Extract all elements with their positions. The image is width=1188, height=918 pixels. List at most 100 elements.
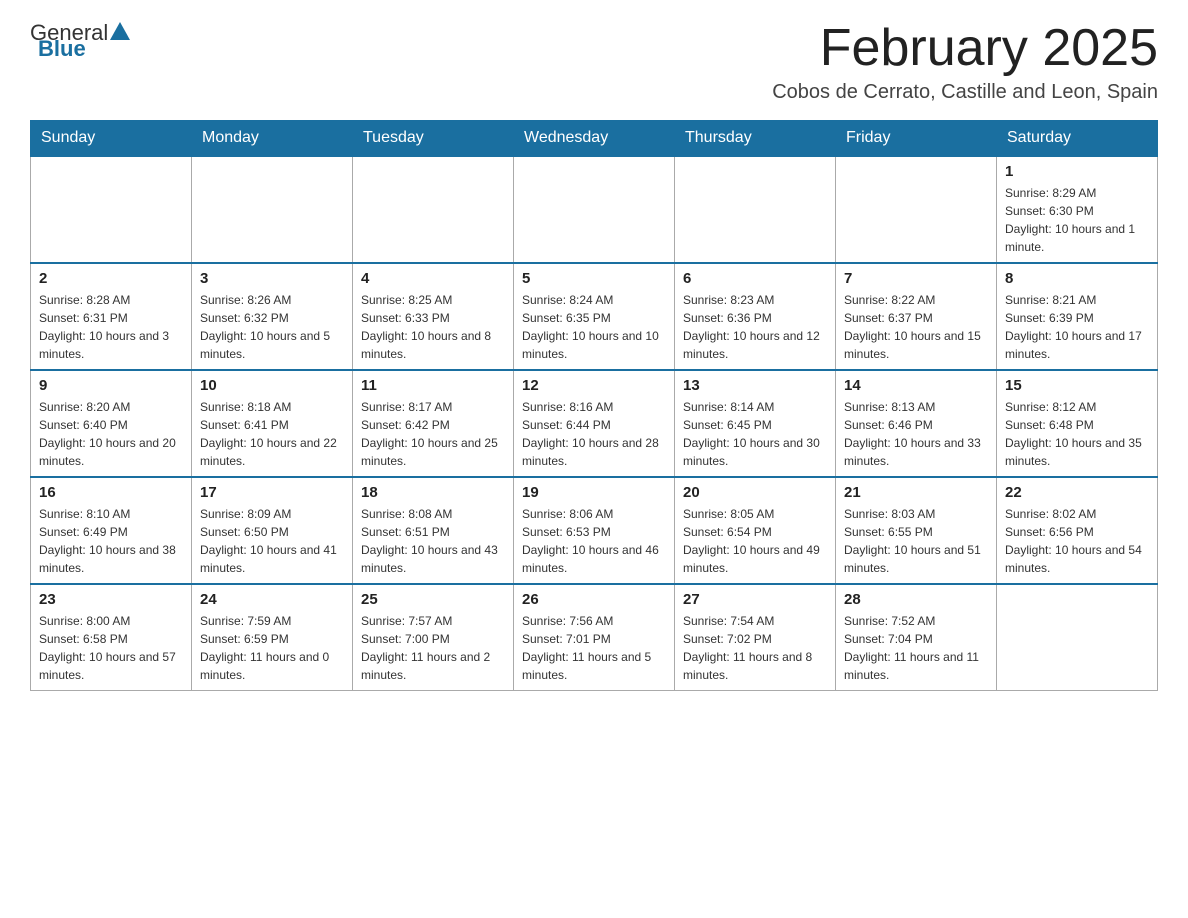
day-number: 14: [844, 377, 988, 394]
calendar-cell: [514, 156, 675, 263]
week-row-2: 2 Sunrise: 8:28 AMSunset: 6:31 PMDaylight…: [31, 263, 1158, 370]
day-info: Sunrise: 8:20 AMSunset: 6:40 PMDaylight:…: [39, 398, 183, 470]
day-info: Sunrise: 8:14 AMSunset: 6:45 PMDaylight:…: [683, 398, 827, 470]
location-text: Cobos de Cerrato, Castille and Leon, Spa…: [772, 81, 1158, 104]
day-info: Sunrise: 8:16 AMSunset: 6:44 PMDaylight:…: [522, 398, 666, 470]
day-info: Sunrise: 8:10 AMSunset: 6:49 PMDaylight:…: [39, 505, 183, 577]
day-header-saturday: Saturday: [997, 121, 1158, 157]
day-info: Sunrise: 8:26 AMSunset: 6:32 PMDaylight:…: [200, 291, 344, 363]
calendar-cell: 8Sunrise: 8:21 AMSunset: 6:39 PMDaylight…: [997, 263, 1158, 370]
day-info: Sunrise: 8:13 AMSunset: 6:46 PMDaylight:…: [844, 398, 988, 470]
calendar-cell: 11 Sunrise: 8:17 AMSunset: 6:42 PMDayligh…: [353, 370, 514, 477]
calendar-table: SundayMondayTuesdayWednesdayThursdayFrid…: [30, 120, 1158, 691]
logo: General Blue: [30, 20, 132, 62]
day-number: 22: [1005, 484, 1149, 501]
calendar-cell: 6 Sunrise: 8:23 AMSunset: 6:36 PMDaylight…: [675, 263, 836, 370]
day-number: 5: [522, 270, 666, 287]
day-info: Sunrise: 8:03 AMSunset: 6:55 PMDaylight:…: [844, 505, 988, 577]
day-info: Sunrise: 7:52 AMSunset: 7:04 PMDaylight:…: [844, 612, 988, 684]
calendar-cell: 2 Sunrise: 8:28 AMSunset: 6:31 PMDaylight…: [31, 263, 192, 370]
week-row-5: 23 Sunrise: 8:00 AMSunset: 6:58 PMDayligh…: [31, 584, 1158, 691]
logo-blue-text: Blue: [38, 36, 86, 62]
day-number: 2: [39, 270, 183, 287]
calendar-cell: 4 Sunrise: 8:25 AMSunset: 6:33 PMDaylight…: [353, 263, 514, 370]
calendar-cell: 9 Sunrise: 8:20 AMSunset: 6:40 PMDaylight…: [31, 370, 192, 477]
day-info: Sunrise: 8:22 AMSunset: 6:37 PMDaylight:…: [844, 291, 988, 363]
calendar-cell: 1 Sunrise: 8:29 AMSunset: 6:30 PMDaylight…: [997, 156, 1158, 263]
day-number: 4: [361, 270, 505, 287]
day-info: Sunrise: 8:02 AMSunset: 6:56 PMDaylight:…: [1005, 505, 1149, 577]
calendar-cell: 23 Sunrise: 8:00 AMSunset: 6:58 PMDayligh…: [31, 584, 192, 691]
day-number: 1: [1005, 163, 1149, 180]
calendar-cell: 18 Sunrise: 8:08 AMSunset: 6:51 PMDayligh…: [353, 477, 514, 584]
day-number: 11: [361, 377, 505, 394]
week-row-3: 9 Sunrise: 8:20 AMSunset: 6:40 PMDaylight…: [31, 370, 1158, 477]
day-number: 17: [200, 484, 344, 501]
day-number: 8: [1005, 270, 1149, 287]
day-number: 28: [844, 591, 988, 608]
day-number: 16: [39, 484, 183, 501]
calendar-cell: 28 Sunrise: 7:52 AMSunset: 7:04 PMDayligh…: [836, 584, 997, 691]
calendar-cell: 3 Sunrise: 8:26 AMSunset: 6:32 PMDaylight…: [192, 263, 353, 370]
calendar-cell: [836, 156, 997, 263]
day-info: Sunrise: 8:05 AMSunset: 6:54 PMDaylight:…: [683, 505, 827, 577]
week-row-1: 1 Sunrise: 8:29 AMSunset: 6:30 PMDaylight…: [31, 156, 1158, 263]
calendar-header-row: SundayMondayTuesdayWednesdayThursdayFrid…: [31, 121, 1158, 157]
month-title: February 2025: [772, 20, 1158, 77]
day-info: Sunrise: 7:57 AMSunset: 7:00 PMDaylight:…: [361, 612, 505, 684]
day-number: 10: [200, 377, 344, 394]
calendar-cell: [353, 156, 514, 263]
day-number: 27: [683, 591, 827, 608]
day-info: Sunrise: 8:17 AMSunset: 6:42 PMDaylight:…: [361, 398, 505, 470]
calendar-cell: 14 Sunrise: 8:13 AMSunset: 6:46 PMDayligh…: [836, 370, 997, 477]
day-number: 9: [39, 377, 183, 394]
day-info: Sunrise: 8:12 AMSunset: 6:48 PMDaylight:…: [1005, 398, 1149, 470]
day-number: 6: [683, 270, 827, 287]
calendar-cell: 25 Sunrise: 7:57 AMSunset: 7:00 PMDayligh…: [353, 584, 514, 691]
day-number: 13: [683, 377, 827, 394]
day-info: Sunrise: 8:06 AMSunset: 6:53 PMDaylight:…: [522, 505, 666, 577]
day-info: Sunrise: 8:25 AMSunset: 6:33 PMDaylight:…: [361, 291, 505, 363]
calendar-cell: 12Sunrise: 8:16 AMSunset: 6:44 PMDayligh…: [514, 370, 675, 477]
calendar-cell: 15 Sunrise: 8:12 AMSunset: 6:48 PMDayligh…: [997, 370, 1158, 477]
title-block: February 2025 Cobos de Cerrato, Castille…: [772, 20, 1158, 104]
calendar-cell: [997, 584, 1158, 691]
calendar-cell: 22 Sunrise: 8:02 AMSunset: 6:56 PMDayligh…: [997, 477, 1158, 584]
day-info: Sunrise: 7:59 AMSunset: 6:59 PMDaylight:…: [200, 612, 344, 684]
logo-triangle-icon: [110, 22, 130, 40]
calendar-cell: 26Sunrise: 7:56 AMSunset: 7:01 PMDayligh…: [514, 584, 675, 691]
day-number: 26: [522, 591, 666, 608]
day-number: 15: [1005, 377, 1149, 394]
day-header-monday: Monday: [192, 121, 353, 157]
calendar-cell: 7 Sunrise: 8:22 AMSunset: 6:37 PMDaylight…: [836, 263, 997, 370]
calendar-cell: [31, 156, 192, 263]
day-header-thursday: Thursday: [675, 121, 836, 157]
page-header: General Blue February 2025 Cobos de Cerr…: [30, 20, 1158, 104]
day-info: Sunrise: 8:08 AMSunset: 6:51 PMDaylight:…: [361, 505, 505, 577]
day-number: 25: [361, 591, 505, 608]
calendar-cell: [675, 156, 836, 263]
day-info: Sunrise: 8:28 AMSunset: 6:31 PMDaylight:…: [39, 291, 183, 363]
day-number: 18: [361, 484, 505, 501]
calendar-cell: 19Sunrise: 8:06 AMSunset: 6:53 PMDayligh…: [514, 477, 675, 584]
day-info: Sunrise: 8:00 AMSunset: 6:58 PMDaylight:…: [39, 612, 183, 684]
day-header-friday: Friday: [836, 121, 997, 157]
calendar-cell: [192, 156, 353, 263]
calendar-cell: 24Sunrise: 7:59 AMSunset: 6:59 PMDayligh…: [192, 584, 353, 691]
day-info: Sunrise: 8:18 AMSunset: 6:41 PMDaylight:…: [200, 398, 344, 470]
day-info: Sunrise: 8:23 AMSunset: 6:36 PMDaylight:…: [683, 291, 827, 363]
day-info: Sunrise: 8:09 AMSunset: 6:50 PMDaylight:…: [200, 505, 344, 577]
day-info: Sunrise: 7:54 AMSunset: 7:02 PMDaylight:…: [683, 612, 827, 684]
calendar-cell: 21 Sunrise: 8:03 AMSunset: 6:55 PMDayligh…: [836, 477, 997, 584]
day-info: Sunrise: 8:29 AMSunset: 6:30 PMDaylight:…: [1005, 184, 1149, 256]
calendar-cell: 20 Sunrise: 8:05 AMSunset: 6:54 PMDayligh…: [675, 477, 836, 584]
day-number: 21: [844, 484, 988, 501]
day-number: 23: [39, 591, 183, 608]
calendar-cell: 16 Sunrise: 8:10 AMSunset: 6:49 PMDayligh…: [31, 477, 192, 584]
day-number: 20: [683, 484, 827, 501]
day-number: 7: [844, 270, 988, 287]
day-number: 3: [200, 270, 344, 287]
day-header-sunday: Sunday: [31, 121, 192, 157]
calendar-cell: 17 Sunrise: 8:09 AMSunset: 6:50 PMDayligh…: [192, 477, 353, 584]
calendar-cell: 5Sunrise: 8:24 AMSunset: 6:35 PMDaylight…: [514, 263, 675, 370]
